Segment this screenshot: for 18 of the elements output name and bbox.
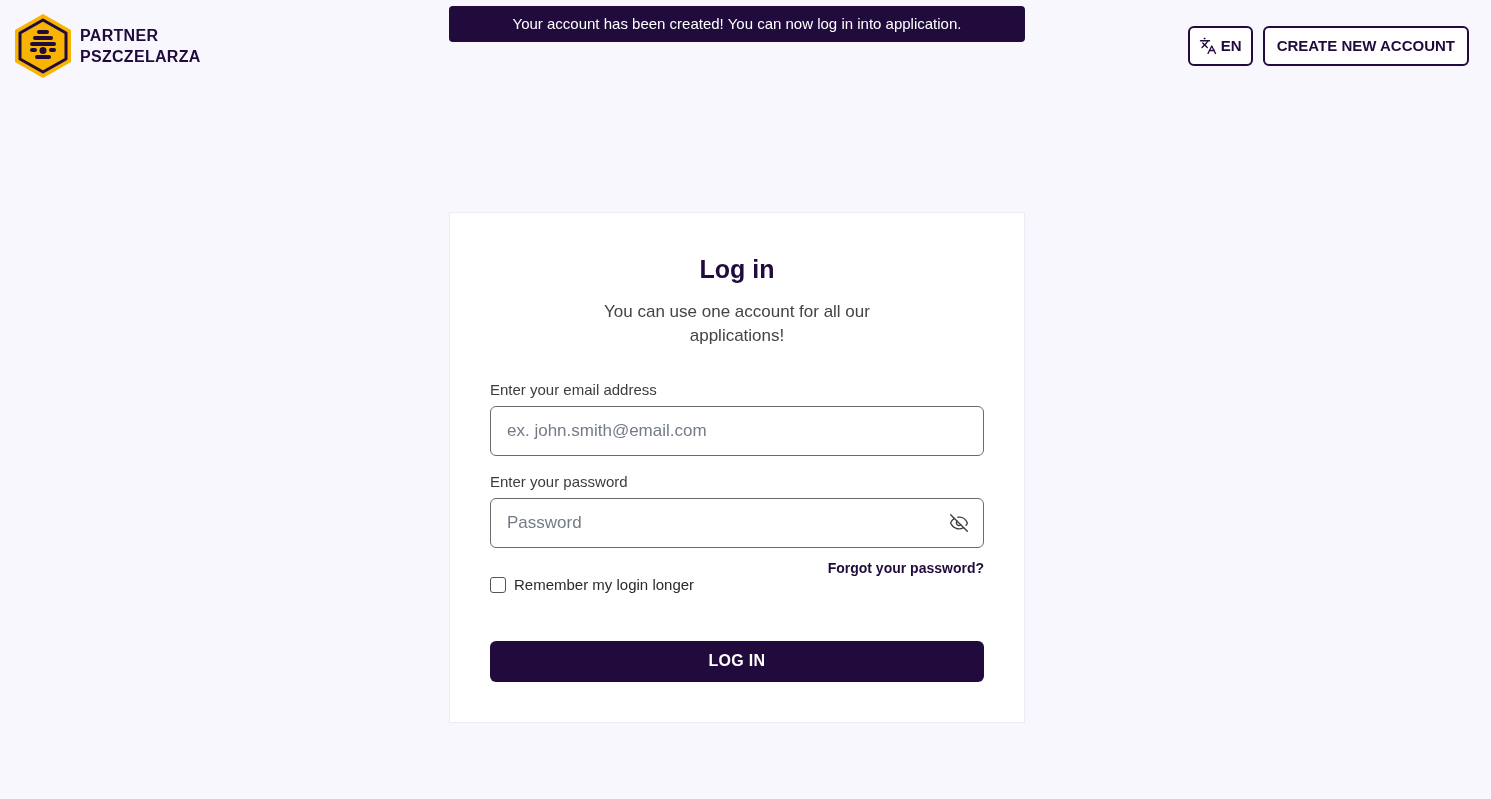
password-field[interactable]: Password <box>490 498 984 548</box>
forgot-password-link[interactable]: Forgot your password? <box>827 559 984 577</box>
beehive-logo-icon <box>14 13 72 79</box>
language-button[interactable]: EN <box>1187 26 1253 66</box>
login-button[interactable]: LOG IN <box>490 640 984 682</box>
create-account-button[interactable]: CREATE NEW ACCOUNT <box>1262 26 1469 66</box>
login-title: Log in <box>699 254 775 285</box>
field-label: Enter your email address <box>490 380 658 400</box>
success-notification: Your account has been created! You can now log in into application. <box>449 6 1025 42</box>
remember-label: Remember my login longer <box>514 575 695 595</box>
logo-text: PSZCZELARZA <box>80 47 201 67</box>
field-label: Enter your password <box>490 472 629 492</box>
eye-crossed-icon[interactable] <box>949 513 969 533</box>
login-subtitle: You can use one account for all our applications! <box>603 301 871 347</box>
translate-icon <box>1198 37 1217 55</box>
checkbox[interactable] <box>490 577 506 594</box>
email-field[interactable]: ex. john.smith@email.com <box>490 406 984 456</box>
logo-text: PARTNER <box>80 26 160 46</box>
